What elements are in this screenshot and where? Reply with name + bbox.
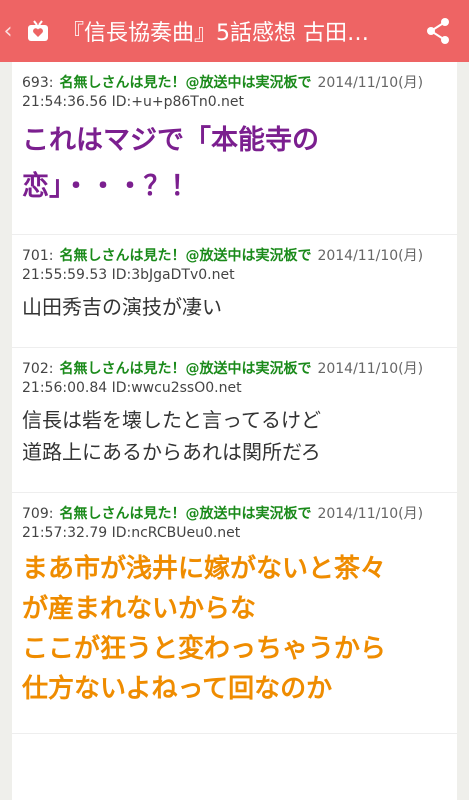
post-line: 仕方ないよねって回なのか: [22, 674, 333, 704]
post-line: まあ市が浅井に嫁がないと茶々: [22, 554, 387, 584]
post-line: 道路上にあるからあれは関所だろ: [22, 440, 321, 464]
poster-name: 名無しさんは見た！@放送中は実況板で: [59, 248, 312, 264]
post-body: まあ市が浅井に嫁がないと茶々 が産まれないからな ここが狂うと変わっちゃうから …: [22, 543, 447, 733]
post-line: 信長は砦を壊したと言ってるけど: [22, 408, 321, 432]
post-time: 21:54:36.56: [22, 94, 108, 110]
post-date: 2014/11/10(月): [317, 248, 424, 264]
page-title: 『信長協奏曲』5話感想 古田…: [62, 21, 369, 46]
post-id: ID:wwcu2ssO0.net: [111, 380, 242, 396]
post-item: 701: 名無しさんは見た！@放送中は実況板で 2014/11/10(月) 21:5…: [12, 235, 457, 348]
post-line: ここが狂うと変わっちゃうから: [22, 634, 387, 664]
post-item: 709: 名無しさんは見た！@放送中は実況板で 2014/11/10(月) 21:5…: [12, 493, 457, 734]
post-time: 21:57:32.79: [22, 525, 108, 541]
post-time: 21:56:00.84: [22, 380, 108, 396]
app-bar: ‹ 『信長協奏曲』5話感想 古田…: [0, 0, 469, 62]
post-header: 701: 名無しさんは見た！@放送中は実況板で 2014/11/10(月) 21:5…: [22, 235, 447, 285]
share-icon[interactable]: [423, 16, 453, 46]
poster-name: 名無しさんは見た！@放送中は実況板で: [59, 506, 312, 522]
post-body: 山田秀吉の演技が凄い: [22, 285, 447, 347]
post-id: ID:3bJgaDTv0.net: [111, 267, 235, 283]
post-header: 709: 名無しさんは見た！@放送中は実況板で 2014/11/10(月) 21:5…: [22, 493, 447, 543]
poster-name: 名無しさんは見た！@放送中は実況板で: [59, 75, 312, 91]
post-number: 709:: [22, 506, 54, 522]
post-id: ID:+u+p86Tn0.net: [111, 94, 245, 110]
post-id: ID:ncRCBUeu0.net: [111, 525, 241, 541]
post-item: 693: 名無しさんは見た！@放送中は実況板で 2014/11/10(月) 21:5…: [12, 62, 457, 235]
post-body: 信長は砦を壊したと言ってるけど 道路上にあるからあれは関所だろ: [22, 398, 447, 492]
post-header: 693: 名無しさんは見た！@放送中は実況板で 2014/11/10(月) 21:5…: [22, 62, 447, 112]
post-number: 701:: [22, 248, 54, 264]
post-item: 702: 名無しさんは見た！@放送中は実況板で 2014/11/10(月) 21:5…: [12, 348, 457, 493]
thread-content[interactable]: 693: 名無しさんは見た！@放送中は実況板で 2014/11/10(月) 21:5…: [12, 62, 457, 800]
post-time: 21:55:59.53: [22, 267, 108, 283]
post-line: これはマジで「本能寺の: [22, 125, 319, 156]
post-number: 693:: [22, 75, 54, 91]
app-logo-icon: [24, 17, 52, 45]
post-header: 702: 名無しさんは見た！@放送中は実況板で 2014/11/10(月) 21:5…: [22, 348, 447, 398]
post-line: 恋」・・・？！: [22, 171, 198, 202]
post-date: 2014/11/10(月): [317, 506, 424, 522]
post-body: これはマジで「本能寺の 恋」・・・？！: [22, 112, 447, 234]
post-date: 2014/11/10(月): [317, 75, 424, 91]
poster-name: 名無しさんは見た！@放送中は実況板で: [59, 361, 312, 377]
back-button[interactable]: ‹: [0, 19, 16, 44]
post-number: 702:: [22, 361, 54, 377]
post-line: が産まれないからな: [22, 594, 257, 624]
post-line: 山田秀吉の演技が凄い: [22, 295, 222, 319]
post-date: 2014/11/10(月): [317, 361, 424, 377]
